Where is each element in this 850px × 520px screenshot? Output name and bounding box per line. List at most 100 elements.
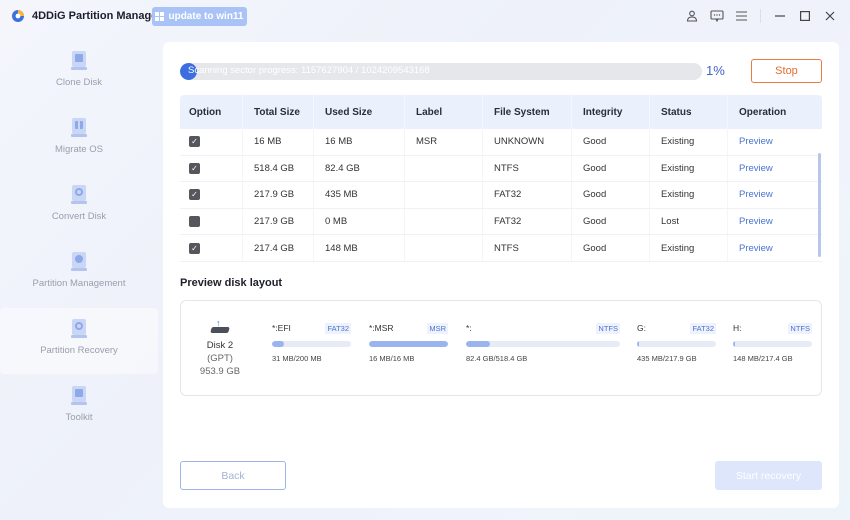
sidebar-item-partition-recovery[interactable]: Partition Recovery [0,308,158,374]
scan-progress-bar: Scanning sector progress: 1157627904 / 1… [180,63,702,80]
back-button[interactable]: Back [180,461,286,490]
option-cell: ✓ [180,129,243,155]
integrity-cell: Good [572,129,650,155]
preview-link[interactable]: Preview [739,136,773,147]
disk-name: Disk 2 [206,340,234,351]
partition-block[interactable]: *:MSR MSR 16 MB/16 MB [369,322,448,363]
partition-block[interactable]: *:EFI FAT32 31 MB/200 MB [272,322,351,363]
scan-progress-text: Scanning sector progress: 1157627904 / 1… [188,65,430,76]
row-checkbox[interactable]: ✓ [189,162,200,174]
total-size-cell: 217.9 GB [243,208,314,235]
table-row[interactable]: ✓ 518.4 GB 82.4 GB NTFS Good Existing Preview [180,155,822,183]
menu-icon[interactable] [729,7,754,25]
used-size-cell: 148 MB [314,235,405,261]
integrity-cell: Good [572,182,650,208]
preview-link[interactable]: Preview [739,189,773,200]
file-system-cell: FAT32 [483,208,572,235]
integrity-cell: Good [572,208,650,235]
sidebar-item-clone-disk[interactable]: Clone Disk [0,40,158,106]
column-header: File System [483,95,572,129]
operation-cell: Preview [728,209,822,235]
table-row[interactable]: 217.9 GB 0 MB FAT32 Good Lost Preview [180,208,822,236]
close-icon[interactable] [817,7,842,25]
status-cell: Existing [650,155,728,182]
sidebar-item-label: Migrate OS [54,144,104,155]
start-recovery-button[interactable]: Start recovery [715,461,822,490]
table-row[interactable]: ✓ 217.4 GB 148 MB NTFS Good Existing Preview [180,235,822,262]
partition-table: Option Total Size Used Size Label File S… [180,95,822,262]
sidebar-item-convert-disk[interactable]: Convert Disk [0,174,158,240]
table-body: ✓ 16 MB 16 MB MSR UNKNOWN Good Existing Preview… [180,129,822,262]
partition-block[interactable]: G: FAT32 435 MB/217.9 GB [637,322,716,363]
partition-usage-text: 31 MB/200 MB [272,354,322,363]
total-size-cell: 518.4 GB [243,155,314,182]
toolkit-icon [71,386,87,405]
operation-cell: Preview [728,129,822,155]
migrate-os-icon [71,118,87,137]
user-icon[interactable] [679,7,704,25]
disk-info: ↑ Disk 2 (GPT) 953.9 GB [195,319,245,378]
partition-block[interactable]: H: NTFS 148 MB/217.4 GB [733,322,812,363]
preview-link[interactable]: Preview [739,163,773,174]
partition-usage-text: 82.4 GB/518.4 GB [466,354,528,363]
used-size-cell: 82.4 GB [314,155,405,182]
partition-fs-badge: FAT32 [690,322,716,334]
file-system-cell: NTFS [483,235,572,261]
file-system-cell: NTFS [483,155,572,182]
option-cell [180,208,243,235]
row-checkbox[interactable] [189,216,200,228]
partition-management-icon [71,252,87,271]
feedback-icon[interactable] [704,7,729,25]
sidebar-item-label: Partition Management [32,278,126,289]
sidebar-item-toolkit[interactable]: Toolkit [0,375,158,441]
preview-link[interactable]: Preview [739,243,773,254]
sidebar-item-partition-management[interactable]: Partition Management [0,241,158,307]
row-checkbox[interactable]: ✓ [189,242,200,254]
partition-name: *:MSR [369,323,394,333]
maximize-icon[interactable] [792,7,817,25]
minimize-icon[interactable] [767,7,792,25]
partition-name: G: [637,323,646,333]
disk-type: (GPT) [207,353,233,364]
table-row[interactable]: ✓ 16 MB 16 MB MSR UNKNOWN Good Existing Preview [180,129,822,156]
partition-name: *:EFI [272,323,291,333]
used-size-cell: 435 MB [314,182,405,208]
column-header: Label [405,95,483,129]
column-header: Status [650,95,728,129]
partition-usage-bar [466,341,620,347]
integrity-cell: Good [572,155,650,182]
table-row[interactable]: ✓ 217.9 GB 435 MB FAT32 Good Existing Preview [180,182,822,209]
main-panel: Scanning sector progress: 1157627904 / 1… [163,42,839,508]
status-cell: Existing [650,235,728,261]
partition-block[interactable]: *: NTFS 82.4 GB/518.4 GB [466,322,620,363]
partition-fs-badge: NTFS [788,322,812,334]
table-scrollbar[interactable] [818,153,821,257]
partition-usage-fill [369,341,448,347]
disk-size: 953.9 GB [199,366,241,377]
preview-link[interactable]: Preview [739,216,773,227]
sidebar: Clone Disk Migrate OS Convert Disk Parti… [0,40,163,520]
file-system-cell: FAT32 [483,182,572,208]
label-cell [405,155,483,182]
column-header: Operation [739,106,787,118]
sidebar-item-migrate-os[interactable]: Migrate OS [0,107,158,173]
update-to-win11-button[interactable]: update to win11 [152,7,247,26]
total-size-cell: 217.4 GB [243,235,314,261]
scan-percent: 1% [706,63,725,78]
stop-button[interactable]: Stop [751,59,822,83]
partition-usage-bar [637,341,716,347]
convert-disk-icon [71,185,87,204]
row-checkbox[interactable]: ✓ [189,189,200,201]
operation-cell: Preview [728,156,822,182]
operation-cell: Preview [728,182,822,208]
preview-layout-title: Preview disk layout [180,277,283,289]
update-label: update to win11 [168,11,244,22]
column-header: Option [180,95,243,129]
sidebar-item-label: Convert Disk [51,211,107,222]
disk-layout-panel: ↑ Disk 2 (GPT) 953.9 GB *:EFI FAT32 31 M… [180,300,822,396]
used-size-cell: 0 MB [314,208,405,235]
partition-usage-fill [637,341,639,347]
label-cell [405,182,483,208]
row-checkbox[interactable]: ✓ [189,136,200,148]
label-cell: MSR [405,129,483,155]
